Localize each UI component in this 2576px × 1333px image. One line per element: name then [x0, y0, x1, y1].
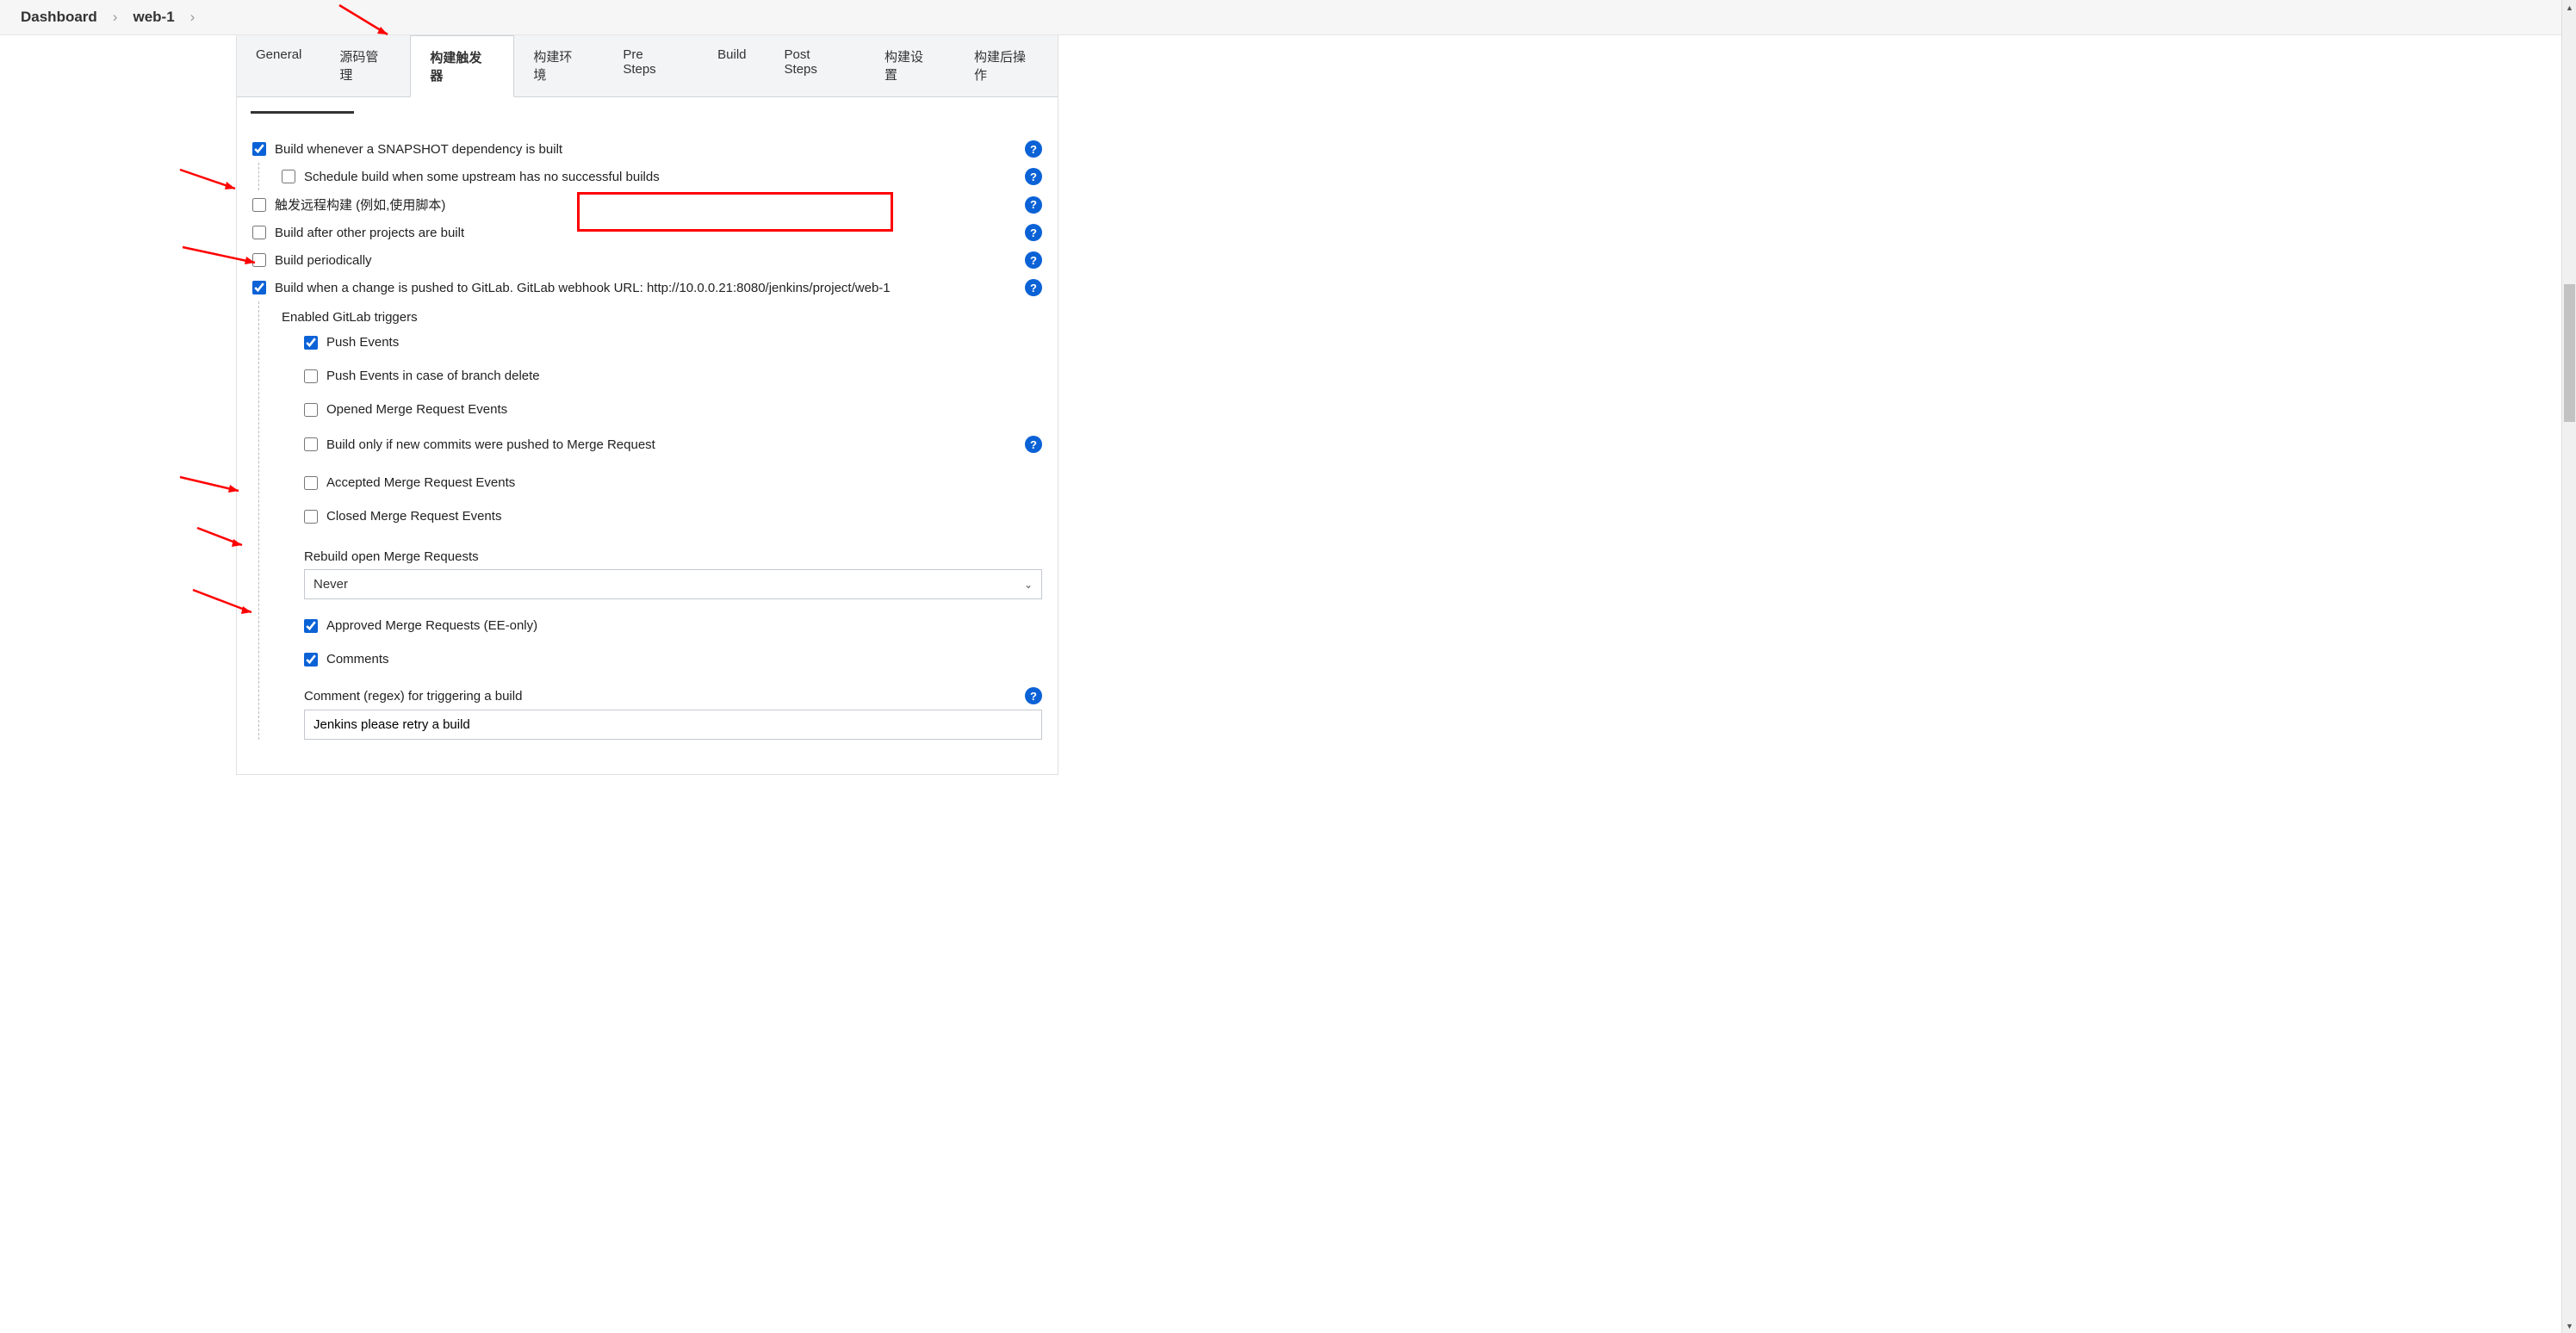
row-accepted-mr: Accepted Merge Request Events	[304, 470, 1042, 495]
cb-schedule-upstream[interactable]	[282, 170, 295, 183]
chevron-right-icon: ›	[113, 9, 118, 26]
label-opened-mr: Opened Merge Request Events	[326, 402, 507, 417]
label-periodically: Build periodically	[275, 253, 372, 268]
help-gitlab-push[interactable]: ?	[1025, 279, 1042, 296]
help-snapshot[interactable]: ?	[1025, 140, 1042, 158]
rebuild-open-mr-label: Rebuild open Merge Requests	[304, 541, 1042, 569]
label-after-other: Build after other projects are built	[275, 226, 464, 240]
label-build-only-new: Build only if new commits were pushed to…	[326, 437, 655, 452]
tab-general[interactable]: General	[237, 35, 320, 96]
row-opened-mr: Opened Merge Request Events	[304, 397, 1042, 422]
row-remote: 触发远程构建 (例如,使用脚本) ?	[252, 190, 1042, 219]
rebuild-open-mr-value: Never	[313, 577, 348, 592]
chevron-down-icon: ⌄	[1024, 579, 1033, 591]
section-title-cut	[251, 111, 354, 127]
label-schedule-upstream: Schedule build when some upstream has no…	[304, 170, 660, 184]
label-push-delete: Push Events in case of branch delete	[326, 369, 540, 383]
row-comments: Comments	[304, 647, 1042, 672]
enabled-triggers-header: Enabled GitLab triggers	[282, 301, 1042, 330]
cb-approved-mr[interactable]	[304, 619, 318, 633]
help-remote[interactable]: ?	[1025, 196, 1042, 214]
help-icon: ?	[1025, 168, 1042, 185]
row-periodically: Build periodically ?	[252, 246, 1042, 274]
cb-remote[interactable]	[252, 198, 266, 212]
cb-closed-mr[interactable]	[304, 510, 318, 524]
label-push-events: Push Events	[326, 335, 399, 350]
cb-push-delete[interactable]	[304, 369, 318, 383]
help-build-only-new[interactable]: ?	[1025, 436, 1042, 453]
tab-post-build[interactable]: 构建后操作	[955, 35, 1058, 96]
label-snapshot: Build whenever a SNAPSHOT dependency is …	[275, 142, 562, 157]
help-icon: ?	[1025, 140, 1042, 158]
row-push-events: Push Events	[304, 330, 1042, 355]
row-gitlab-push: Build when a change is pushed to GitLab.…	[252, 274, 1042, 301]
help-schedule-upstream[interactable]: ?	[1025, 168, 1042, 185]
window-scrollbar[interactable]: ▲ ▼	[2561, 0, 2576, 1333]
comment-regex-input[interactable]	[304, 710, 1042, 740]
cb-opened-mr[interactable]	[304, 403, 318, 417]
comment-regex-label: Comment (regex) for triggering a build	[304, 689, 522, 704]
label-remote: 触发远程构建 (例如,使用脚本)	[275, 195, 445, 214]
config-panel: General 源码管理 构建触发器 构建环境 Pre Steps Build …	[236, 35, 1058, 775]
chevron-right-icon: ›	[190, 9, 196, 26]
label-closed-mr: Closed Merge Request Events	[326, 509, 501, 524]
help-after-other[interactable]: ?	[1025, 224, 1042, 241]
help-periodically[interactable]: ?	[1025, 251, 1042, 269]
row-closed-mr: Closed Merge Request Events	[304, 504, 1042, 529]
cb-comments[interactable]	[304, 653, 318, 666]
label-comments: Comments	[326, 652, 389, 666]
row-comment-regex-label: Comment (regex) for triggering a build ?	[304, 682, 1042, 710]
breadcrumb-dashboard[interactable]: Dashboard	[21, 9, 97, 26]
cb-gitlab-push[interactable]	[252, 281, 266, 294]
cb-after-other[interactable]	[252, 226, 266, 239]
help-icon: ?	[1025, 436, 1042, 453]
row-push-delete: Push Events in case of branch delete	[304, 363, 1042, 388]
help-comment-regex[interactable]: ?	[1025, 687, 1042, 704]
form-body: Build whenever a SNAPSHOT dependency is …	[237, 97, 1058, 774]
scroll-up-icon[interactable]: ▲	[2562, 0, 2576, 15]
tab-post-steps[interactable]: Post Steps	[766, 35, 866, 96]
cb-periodically[interactable]	[252, 253, 266, 267]
row-approved-mr: Approved Merge Requests (EE-only)	[304, 613, 1042, 638]
cb-snapshot[interactable]	[252, 142, 266, 156]
cb-accepted-mr[interactable]	[304, 476, 318, 490]
cb-build-only-new[interactable]	[304, 437, 318, 451]
tab-build[interactable]: Build	[698, 35, 765, 96]
help-icon: ?	[1025, 279, 1042, 296]
row-snapshot: Build whenever a SNAPSHOT dependency is …	[252, 135, 1042, 163]
label-accepted-mr: Accepted Merge Request Events	[326, 475, 515, 490]
label-approved-mr: Approved Merge Requests (EE-only)	[326, 618, 537, 633]
row-build-only-new: Build only if new commits were pushed to…	[304, 431, 1042, 458]
help-icon: ?	[1025, 687, 1042, 704]
annotation-arrow-periodically	[178, 168, 243, 194]
tab-scm[interactable]: 源码管理	[320, 35, 410, 96]
config-tabs: General 源码管理 构建触发器 构建环境 Pre Steps Build …	[237, 35, 1058, 97]
label-gitlab-push: Build when a change is pushed to GitLab.…	[275, 281, 891, 295]
breadcrumb: Dashboard › web-1 ›	[0, 0, 2576, 35]
row-after-other: Build after other projects are built ?	[252, 219, 1042, 246]
help-icon: ?	[1025, 196, 1042, 214]
row-schedule-upstream: Schedule build when some upstream has no…	[282, 163, 1042, 190]
tab-build-env[interactable]: 构建环境	[514, 35, 604, 96]
tab-pre-steps[interactable]: Pre Steps	[604, 35, 698, 96]
help-icon: ?	[1025, 251, 1042, 269]
scroll-down-icon[interactable]: ▼	[2562, 1318, 2576, 1333]
tab-build-triggers[interactable]: 构建触发器	[410, 35, 514, 97]
scroll-thumb[interactable]	[2564, 284, 2575, 422]
help-icon: ?	[1025, 224, 1042, 241]
rebuild-open-mr-select[interactable]: Never ⌄	[304, 569, 1042, 599]
cb-push-events[interactable]	[304, 336, 318, 350]
tab-build-settings[interactable]: 构建设置	[866, 35, 955, 96]
breadcrumb-project[interactable]: web-1	[133, 9, 174, 26]
